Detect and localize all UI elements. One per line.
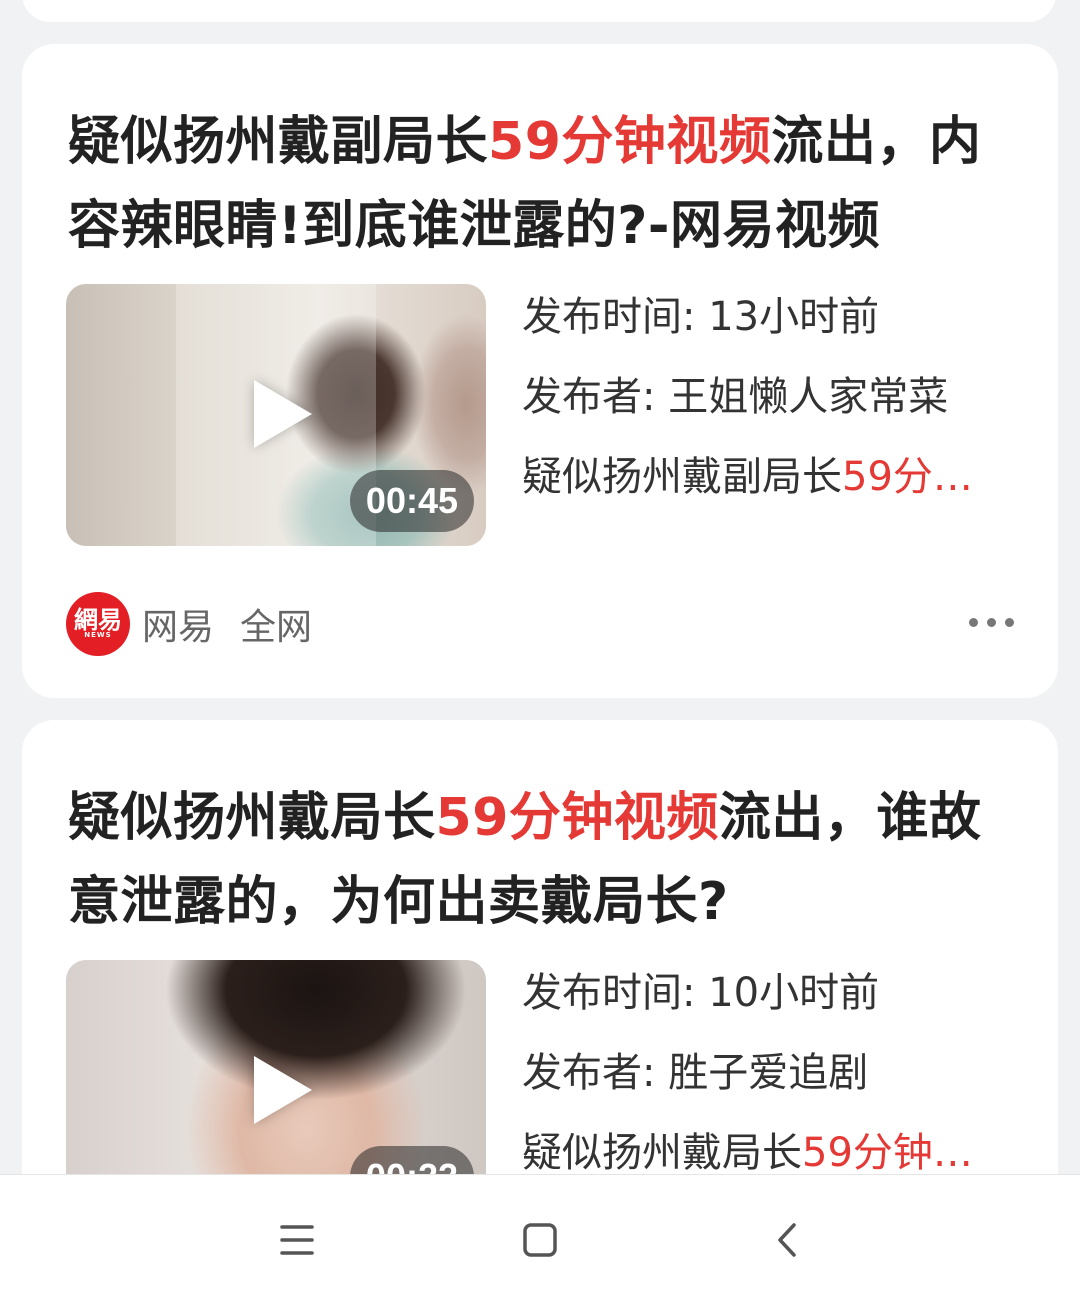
logo-text: 網易 [74, 606, 122, 634]
previous-card-bottom [22, 0, 1056, 22]
snippet-highlight: 59分钟… [802, 1130, 973, 1176]
publish-time: 发布时间: 10小时前 [522, 970, 880, 1016]
snippet-text: 疑似扬州戴副局长 [522, 454, 842, 500]
home-square-icon[interactable] [505, 1205, 575, 1275]
title-text: 疑似扬州戴副局长 [68, 112, 489, 172]
snippet-highlight: 59分… [842, 454, 973, 500]
publisher: 发布者: 胜子爱追剧 [522, 1050, 869, 1096]
play-icon[interactable] [254, 380, 312, 448]
more-options-icon[interactable] [969, 618, 1014, 627]
snippet-text: 疑似扬州戴局长 [522, 1130, 802, 1176]
publish-time: 发布时间: 13小时前 [522, 294, 880, 340]
snippet: 疑似扬州戴副局长59分… [522, 452, 1012, 502]
logo-subtext: NEWS [84, 631, 112, 639]
title-highlight: 59分钟视频 [488, 112, 772, 172]
publisher: 发布者: 王姐懒人家常菜 [522, 374, 949, 420]
system-navigation-bar [0, 1174, 1080, 1306]
menu-icon[interactable] [262, 1205, 332, 1275]
video-thumbnail[interactable]: 00:45 [66, 284, 486, 546]
back-chevron-icon[interactable] [752, 1205, 822, 1275]
play-icon[interactable] [254, 1056, 312, 1124]
netease-logo-icon: 網易 NEWS [66, 592, 130, 656]
source-row: 網易 NEWS 网易 全网 [66, 592, 312, 656]
title-text: 疑似扬州戴局长 [68, 788, 436, 848]
title-highlight: 59分钟视频 [435, 788, 719, 848]
snippet: 疑似扬州戴局长59分钟… [522, 1128, 1012, 1178]
source-scope: 全网 [240, 607, 313, 648]
search-result-card[interactable]: 疑似扬州戴副局长59分钟视频流出，内容辣眼睛!到底谁泄露的?-网易视频 00:4… [22, 44, 1058, 698]
result-title[interactable]: 疑似扬州戴副局长59分钟视频流出，内容辣眼睛!到底谁泄露的?-网易视频 [68, 100, 1008, 268]
video-duration: 00:45 [349, 470, 474, 532]
source-name[interactable]: 网易 [142, 598, 214, 650]
result-title[interactable]: 疑似扬州戴局长59分钟视频流出，谁故意泄露的，为何出卖戴局长? [68, 776, 1008, 944]
